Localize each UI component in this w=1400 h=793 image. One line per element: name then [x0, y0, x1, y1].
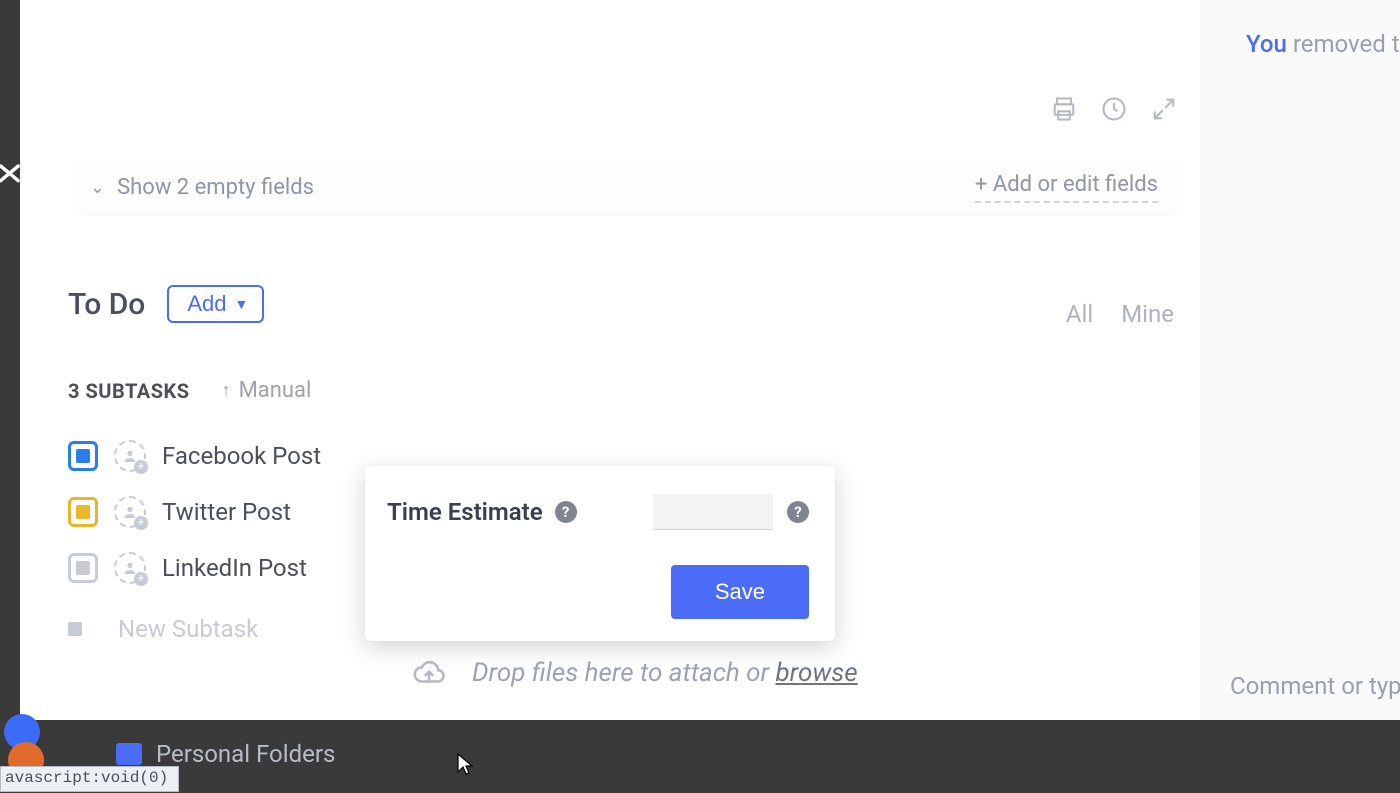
time-estimate-popover: Time Estimate ? ? Save [365, 466, 835, 641]
history-icon[interactable] [1100, 95, 1128, 123]
add-button[interactable]: Add ▼ [167, 285, 264, 323]
subtasks-count-label: 3 SUBTASKS [68, 379, 190, 403]
subtask-name: Facebook Post [162, 442, 321, 470]
subtasks-header: 3 SUBTASKS ↑ Manual [68, 378, 311, 403]
bottom-bar: Personal Folders [0, 720, 1400, 790]
plus-icon: + [134, 572, 148, 586]
toolbar [1050, 95, 1178, 123]
time-estimate-input[interactable] [653, 494, 773, 530]
activity-panel: You removed th Comment or typ [1200, 0, 1400, 720]
assignee-avatar[interactable]: + [114, 552, 146, 584]
status-bar-link-preview: avascript:void(0) [0, 766, 179, 792]
arrow-up-icon: ↑ [222, 380, 231, 401]
help-icon[interactable]: ? [555, 501, 577, 523]
expand-icon[interactable] [1150, 95, 1178, 123]
todo-title: To Do [68, 287, 145, 322]
subtask-row[interactable]: + LinkedIn Post [68, 540, 368, 596]
plus-icon [68, 622, 82, 636]
save-button[interactable]: Save [671, 565, 809, 619]
custom-fields-row: ⌄ Show 2 empty fields + Add or edit fiel… [80, 160, 1178, 214]
print-icon[interactable] [1050, 95, 1078, 123]
status-box-icon[interactable] [68, 441, 98, 471]
add-button-label: Add [187, 291, 226, 317]
filter-mine-tab[interactable]: Mine [1121, 300, 1174, 328]
new-subtask-placeholder: New Subtask [118, 615, 258, 643]
activity-entry: You removed th [1246, 30, 1400, 58]
assignee-avatar[interactable]: + [114, 440, 146, 472]
chevron-down-icon: ⌄ [90, 177, 105, 198]
status-box-icon[interactable] [68, 497, 98, 527]
activity-actor: You [1246, 30, 1287, 58]
subtask-row[interactable]: + Twitter Post [68, 484, 368, 540]
plus-icon: + [134, 516, 148, 530]
subtask-row[interactable]: + Facebook Post [68, 428, 368, 484]
personal-folders-item[interactable]: Personal Folders [116, 740, 335, 768]
sort-mode-label: Manual [239, 378, 312, 403]
task-detail-panel: ⌄ Show 2 empty fields + Add or edit fiel… [20, 0, 1200, 720]
subtask-name: LinkedIn Post [162, 554, 307, 582]
cloud-upload-icon [410, 656, 448, 690]
dropzone-text: Drop files here to attach or browse [472, 658, 858, 688]
attachment-dropzone[interactable]: Drop files here to attach or browse [410, 656, 858, 690]
show-empty-fields-toggle[interactable]: ⌄ Show 2 empty fields [90, 175, 314, 200]
browse-link[interactable]: browse [775, 658, 857, 688]
help-icon[interactable]: ? [787, 501, 809, 523]
folder-icon [116, 743, 142, 765]
subtask-name: Twitter Post [162, 498, 291, 526]
subtask-list: + Facebook Post + Twitter Post + LinkedI… [68, 428, 368, 596]
personal-folders-label: Personal Folders [156, 740, 335, 768]
subtask-filter-tabs: All Mine [1066, 300, 1174, 328]
assignee-avatar[interactable]: + [114, 496, 146, 528]
sort-mode-toggle[interactable]: ↑ Manual [222, 378, 312, 403]
show-empty-fields-label: Show 2 empty fields [117, 175, 314, 200]
activity-text: removed th [1293, 30, 1400, 58]
time-estimate-label: Time Estimate [387, 498, 543, 526]
new-subtask-input[interactable]: New Subtask [68, 615, 258, 643]
filter-all-tab[interactable]: All [1066, 300, 1093, 328]
status-box-icon[interactable] [68, 553, 98, 583]
plus-icon: + [134, 460, 148, 474]
comment-input[interactable]: Comment or typ [1230, 672, 1400, 700]
add-edit-fields-link[interactable]: + Add or edit fields [975, 172, 1158, 203]
todo-header: To Do Add ▼ [68, 285, 264, 323]
caret-down-icon: ▼ [235, 296, 249, 312]
